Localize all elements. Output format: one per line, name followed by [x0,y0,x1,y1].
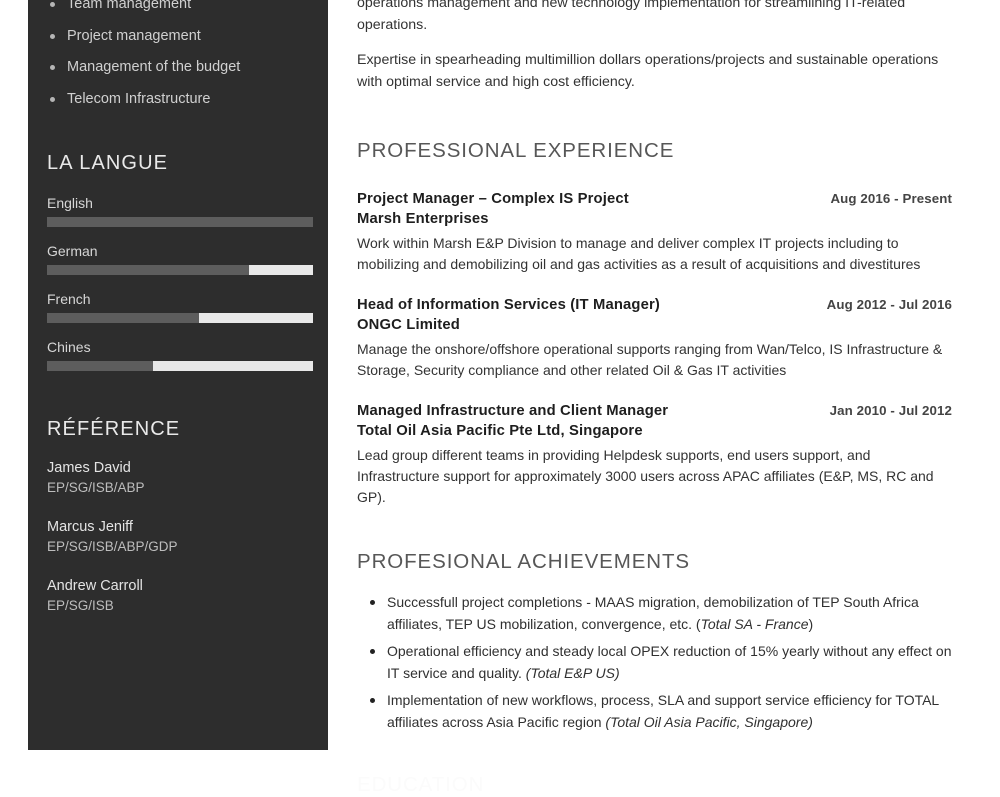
job-title: Head of Information Services (IT Manager… [357,297,660,313]
language-item-german: German [47,242,313,275]
experience-section-heading: PROFESSIONAL EXPERIENCE [357,139,675,162]
language-level-fill [47,264,250,275]
job-title: Managed Infrastructure and Client Manage… [357,403,669,419]
bullet-icon [370,698,375,703]
list-item: Telecom Infrastructure [47,91,311,107]
achievement-tail: ) [808,615,814,632]
achievements-list: Successfull project completions - MAAS m… [357,592,952,733]
job-description: Lead group different teams in providing … [357,447,934,505]
reference-name: Andrew Carroll [47,577,143,594]
language-label: German [47,242,98,259]
language-level-bar [47,216,313,227]
achievements-section-heading: PROFESIONAL ACHIEVEMENTS [357,550,690,573]
reference-section-heading: RÉFÉRENCE [47,417,181,440]
bullet-icon [50,96,55,102]
bullet-icon [50,33,55,39]
skill-label: Management of the budget [67,59,241,75]
skill-label: Project management [67,27,201,44]
intro-paragraph: operations management and new technology… [357,0,906,33]
list-item: Team management [47,0,311,12]
list-item: Management of the budget [47,59,311,75]
experience-entry-header: Project Manager – Complex IS Project Aug… [357,189,952,209]
bullet-icon [370,600,375,605]
job-description: Manage the onshore/offshore operational … [357,341,943,378]
reference-item: James David EP/SG/ISB/ABP [47,460,311,496]
language-section-heading: LA LANGUE [47,151,169,174]
main-content: operations management and new technology… [328,0,1000,796]
skills-list: Team management Project management Manag… [47,0,311,107]
bullet-icon [50,2,55,7]
list-item: Successfull project completions - MAAS m… [357,592,952,635]
experience-entry: Head of Information Services (IT Manager… [357,295,952,381]
bullet-icon [370,649,375,654]
job-description: Work within Marsh E&P Division to manage… [357,235,921,272]
language-item-english: English [47,194,313,227]
achievement-text: Successfull project completions - MAAS m… [387,594,919,632]
job-date: Aug 2012 - Jul 2016 [826,297,952,312]
job-date: Jan 2010 - Jul 2012 [829,403,952,418]
achievement-source: (Total Oil Asia Pacific, Singapore) [605,713,813,730]
job-company: ONGC Limited [357,317,460,333]
language-item-french: French [47,290,313,323]
language-item-chines: Chines [47,338,313,371]
reference-item: Andrew Carroll EP/SG/ISB [47,578,311,614]
job-title: Project Manager – Complex IS Project [357,191,629,207]
achievement-text: Operational efficiency and steady local … [387,643,952,681]
reference-item: Marcus Jeniff EP/SG/ISB/ABP/GDP [47,519,311,555]
experience-entry-header: Managed Infrastructure and Client Manage… [357,401,952,421]
job-company: Total Oil Asia Pacific Pte Ltd, Singapor… [357,423,643,439]
skill-label: Team management [67,0,192,12]
skill-label: Telecom Infrastructure [67,90,211,107]
list-item: Operational efficiency and steady local … [357,641,952,684]
achievement-source: (Total E&P US) [525,664,620,681]
reference-detail: EP/SG/ISB [47,597,114,613]
language-label: English [47,194,93,211]
language-level-bar [47,264,313,275]
language-level-fill [47,312,199,323]
reference-detail: EP/SG/ISB/ABP/GDP [47,538,178,554]
job-date: Aug 2016 - Present [830,191,952,206]
language-level-bar [47,312,313,323]
experience-entry: Managed Infrastructure and Client Manage… [357,401,952,508]
language-level-bar [47,360,313,371]
list-item: Implementation of new workflows, process… [357,690,952,733]
sidebar: Team management Project management Manag… [28,0,328,750]
language-label: Chines [47,338,91,355]
language-label: French [47,290,91,307]
job-company: Marsh Enterprises [357,211,489,227]
page-left-margin [0,0,28,750]
language-list: English German French Chines [47,194,313,371]
reference-list: James David EP/SG/ISB/ABP Marcus Jeniff … [47,460,311,614]
list-item: Project management [47,28,311,44]
experience-entry: Project Manager – Complex IS Project Aug… [357,189,952,275]
reference-name: Marcus Jeniff [47,518,133,535]
next-section-heading: EDUCATION [357,773,485,796]
resume-page: Team management Project management Manag… [0,0,1000,796]
achievement-source: Total SA - France [700,615,809,632]
language-level-fill [47,360,154,371]
language-level-fill [47,216,313,227]
intro-paragraph: Expertise in spearheading multimillion d… [357,52,939,90]
reference-name: James David [47,459,131,476]
bullet-icon [50,65,55,70]
experience-entry-header: Head of Information Services (IT Manager… [357,295,952,315]
reference-detail: EP/SG/ISB/ABP [47,479,145,495]
